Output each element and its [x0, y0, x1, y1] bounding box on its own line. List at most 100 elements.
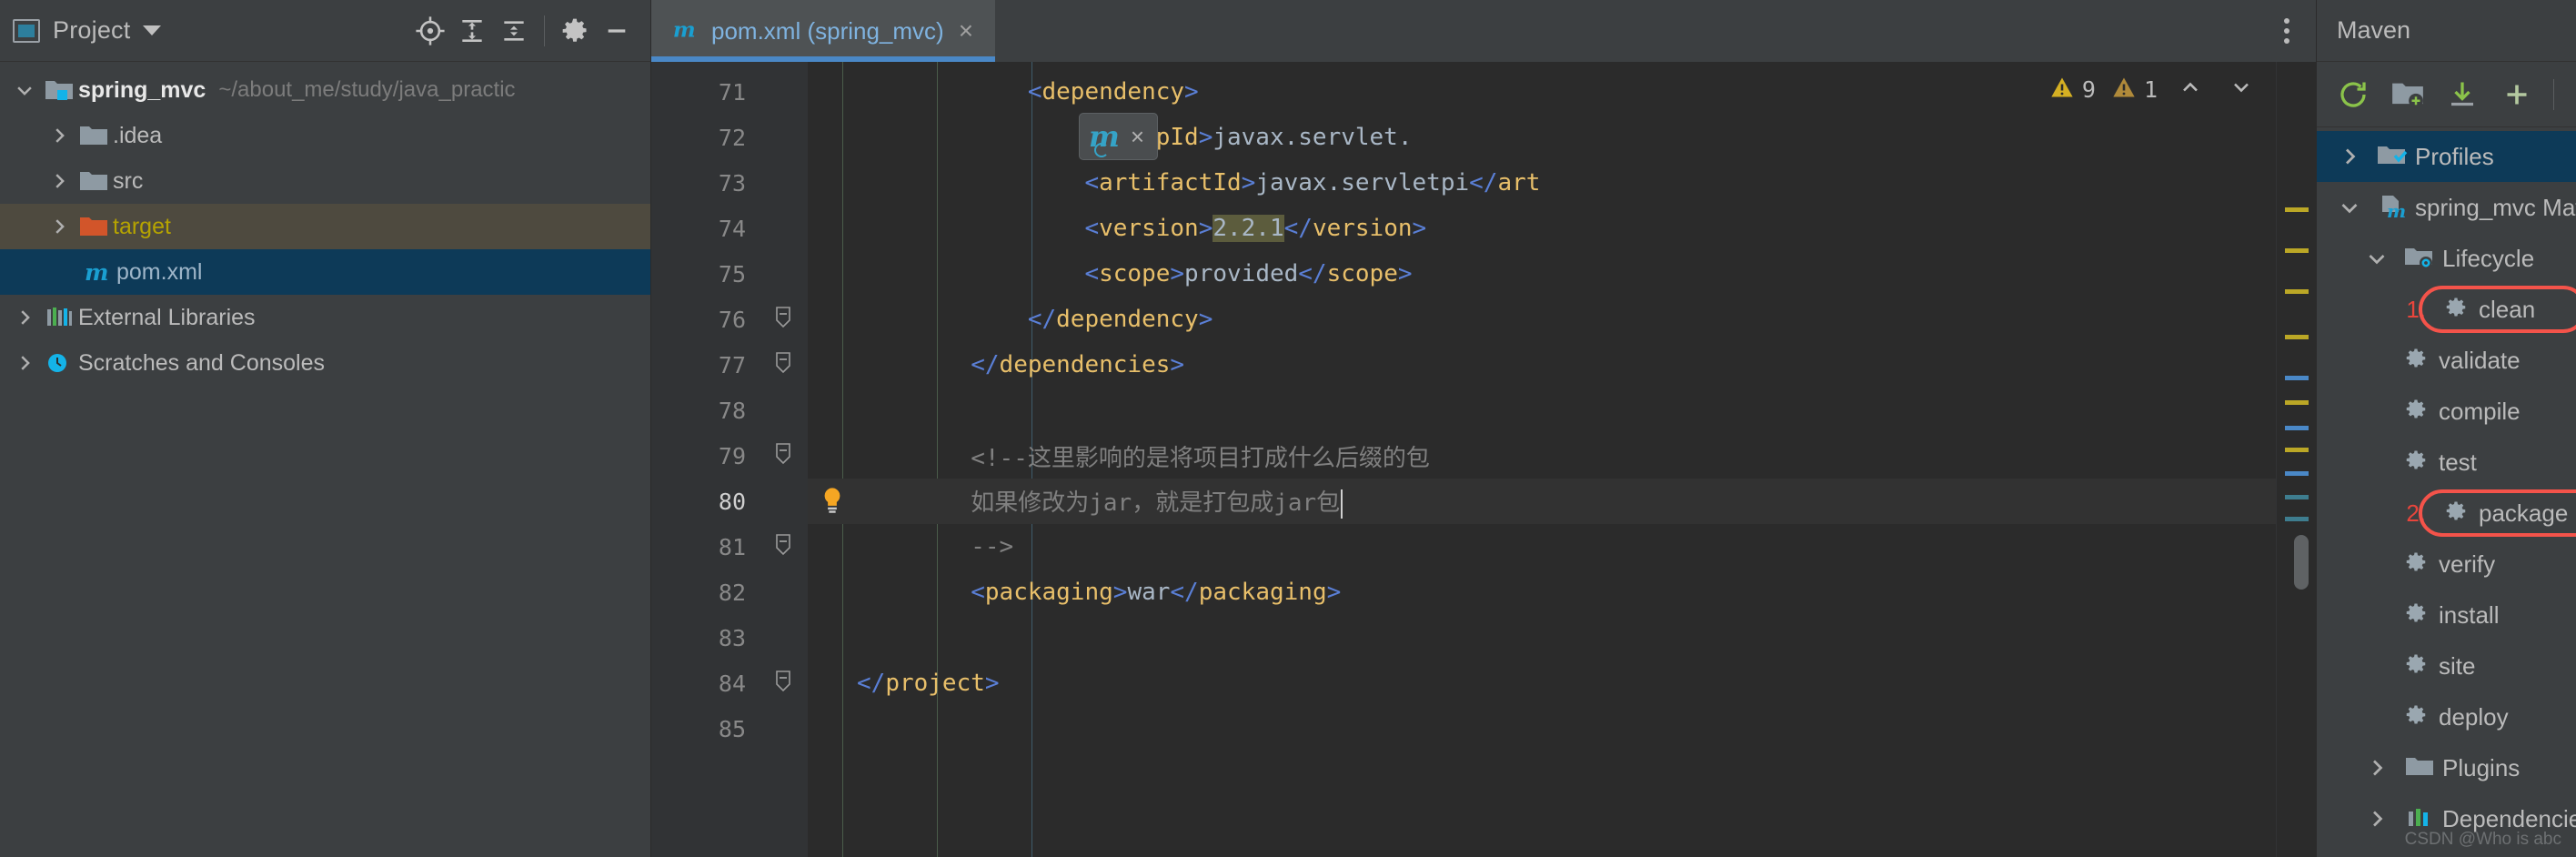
- maven-m-icon: m: [671, 15, 699, 47]
- chevron-right-icon[interactable]: [44, 217, 75, 237]
- maven-tree-node-compile[interactable]: compile: [2317, 386, 2576, 437]
- chevron-right-icon[interactable]: [2357, 757, 2397, 779]
- code-token: dependencies: [1000, 351, 1171, 378]
- run-icon[interactable]: [2565, 69, 2576, 120]
- code-line[interactable]: </dependency>: [808, 297, 2276, 342]
- line-number: 74: [651, 206, 759, 251]
- line-number: 83: [651, 615, 759, 660]
- code-text[interactable]: <dependency> <groupId>javax.servlet. <ar…: [808, 62, 2276, 857]
- fold-marker[interactable]: [759, 297, 808, 342]
- code-line[interactable]: <artifactId>javax.servletpi</art: [808, 160, 2276, 206]
- reload-icon[interactable]: [2328, 69, 2379, 120]
- collapse-all-icon[interactable]: [493, 10, 535, 52]
- chevron-up-icon[interactable]: [2172, 75, 2209, 105]
- chevron-down-icon[interactable]: [143, 25, 161, 35]
- line-number: 72: [651, 115, 759, 160]
- editor-area: m pom.xml (spring_mvc) × 717273747576777…: [651, 0, 2316, 857]
- fold-marker[interactable]: [759, 660, 808, 706]
- goal-gear-icon: [2393, 601, 2439, 629]
- chevron-down-icon[interactable]: [2357, 247, 2397, 269]
- maven-tree-node-package[interactable]: 2.package: [2317, 488, 2576, 539]
- add-module-icon[interactable]: [2382, 69, 2433, 120]
- chevron-right-icon[interactable]: [9, 308, 40, 328]
- maven-tree[interactable]: Profilesmspring_mvc Maven WebappLifecycl…: [2317, 127, 2576, 857]
- chevron-down-icon[interactable]: [2223, 75, 2259, 105]
- maven-tree-node-test[interactable]: test: [2317, 437, 2576, 488]
- chevron-right-icon[interactable]: [2329, 146, 2370, 167]
- maven-tree-node-lifecycle[interactable]: Lifecycle: [2317, 233, 2576, 284]
- editor-scrollbar-thumb[interactable]: [2294, 535, 2309, 590]
- expand-all-icon[interactable]: [451, 10, 493, 52]
- close-icon[interactable]: ×: [957, 18, 975, 44]
- tree-node-external-libraries[interactable]: External Libraries: [0, 295, 650, 340]
- tab-pom-xml[interactable]: m pom.xml (spring_mvc) ×: [651, 0, 995, 62]
- tree-node-spring-mvc[interactable]: spring_mvc ~/about_me/study/java_practic: [0, 67, 650, 113]
- goal-gear-icon: [2393, 449, 2439, 476]
- code-line[interactable]: [808, 615, 2276, 660]
- lightbulb-icon[interactable]: [808, 486, 857, 517]
- tree-node-src[interactable]: src: [0, 158, 650, 204]
- minimize-icon[interactable]: [596, 10, 638, 52]
- locate-icon[interactable]: [409, 10, 451, 52]
- chevron-right-icon[interactable]: [44, 126, 75, 146]
- editor-marker-strip[interactable]: [2276, 62, 2316, 857]
- code-line[interactable]: </dependencies>: [808, 342, 2276, 388]
- svg-text:m: m: [673, 16, 696, 42]
- code-line[interactable]: <scope>provided</scope>: [808, 251, 2276, 297]
- code-line[interactable]: 如果修改为jar，就是打包成jar包: [808, 479, 2276, 524]
- fold-gutter[interactable]: [759, 62, 808, 857]
- tree-node-pom-xml[interactable]: m pom.xml: [0, 249, 650, 295]
- project-view-selector[interactable]: Project: [13, 16, 161, 45]
- code-line[interactable]: <packaging>war</packaging>: [808, 570, 2276, 615]
- code-line[interactable]: -->: [808, 524, 2276, 570]
- close-icon[interactable]: ×: [1131, 123, 1144, 151]
- tree-node-idea[interactable]: .idea: [0, 113, 650, 158]
- line-number: 84: [651, 660, 759, 706]
- code-token: >: [1242, 169, 1256, 197]
- inspection-widget[interactable]: 9 1: [2048, 75, 2259, 105]
- weak-warning-indicator[interactable]: 1: [2110, 75, 2158, 105]
- tree-label: spring_mvc: [78, 77, 206, 104]
- warning-indicator[interactable]: 9: [2048, 75, 2096, 105]
- chevron-down-icon[interactable]: [2329, 197, 2370, 218]
- code-line[interactable]: <!--这里影响的是将项目打成什么后缀的包: [808, 433, 2276, 479]
- maven-panel: Maven: [2316, 0, 2576, 857]
- tree-node-scratches-and-consoles[interactable]: Scratches and Consoles: [0, 340, 650, 386]
- maven-panel-title: Maven: [2337, 16, 2576, 45]
- warning-count: 9: [2082, 76, 2096, 103]
- fold-marker[interactable]: [759, 433, 808, 479]
- fold-marker[interactable]: [759, 342, 808, 388]
- toolbar-divider: [544, 15, 545, 46]
- project-tree[interactable]: spring_mvc ~/about_me/study/java_practic…: [0, 62, 650, 857]
- maven-tree-node-verify[interactable]: verify: [2317, 539, 2576, 590]
- maven-tree-node-spring-mvc-maven-webapp[interactable]: mspring_mvc Maven Webapp: [2317, 182, 2576, 233]
- code-token: >: [1199, 215, 1213, 242]
- more-vertical-icon[interactable]: [2258, 0, 2316, 62]
- maven-tree-node-validate[interactable]: validate: [2317, 335, 2576, 386]
- maven-tree-node-profiles[interactable]: Profiles: [2317, 131, 2576, 182]
- chevron-right-icon[interactable]: [9, 353, 40, 373]
- chevron-right-icon[interactable]: [44, 171, 75, 191]
- code-line[interactable]: [808, 388, 2276, 433]
- settings-gear-icon[interactable]: [554, 10, 596, 52]
- code-token: scope: [1099, 260, 1170, 287]
- code-line[interactable]: </project>: [808, 660, 2276, 706]
- download-sources-icon[interactable]: [2437, 69, 2488, 120]
- maven-tree-node-clean[interactable]: 1.clean: [2317, 284, 2576, 335]
- maven-tree-node-deploy[interactable]: deploy: [2317, 691, 2576, 742]
- tree-node-target[interactable]: target: [0, 204, 650, 249]
- add-icon[interactable]: [2491, 69, 2542, 120]
- maven-reimport-popup[interactable]: m ×: [1079, 113, 1158, 160]
- maven-tree-node-plugins[interactable]: Plugins: [2317, 742, 2576, 793]
- maven-tree-node-site[interactable]: site: [2317, 640, 2576, 691]
- maven-tree-node-install[interactable]: install: [2317, 590, 2576, 640]
- maven-node-label: spring_mvc Maven Webapp: [2415, 194, 2576, 222]
- fold-marker[interactable]: [759, 524, 808, 570]
- code-token: packaging: [1199, 579, 1327, 606]
- chevron-right-icon[interactable]: [2357, 808, 2397, 830]
- maven-header: Maven: [2317, 0, 2576, 62]
- chevron-down-icon[interactable]: [9, 80, 40, 100]
- code-line[interactable]: <version>2.2.1</version>: [808, 206, 2276, 251]
- code-line[interactable]: <groupId>javax.servlet.: [808, 115, 2276, 160]
- code-line[interactable]: [808, 706, 2276, 751]
